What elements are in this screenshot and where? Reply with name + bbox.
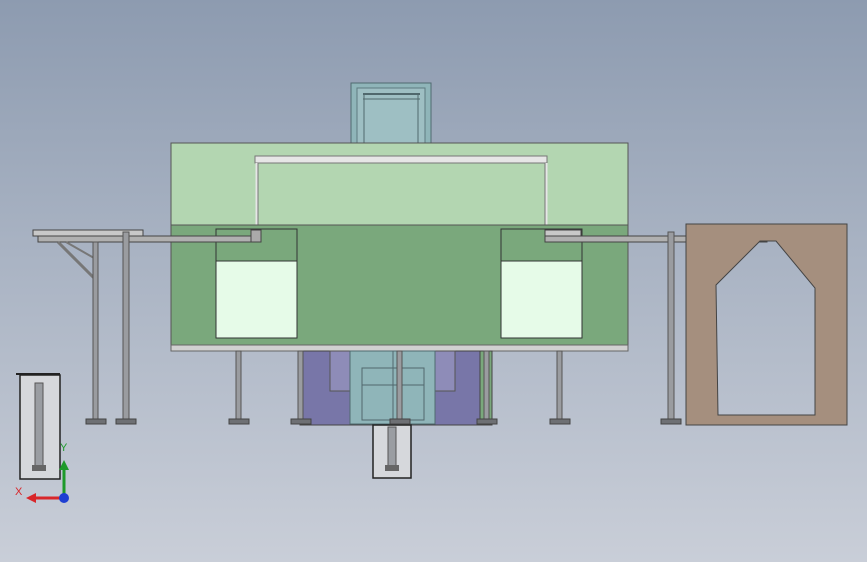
left-cylinder: [16, 373, 61, 480]
top-tower: [350, 82, 432, 146]
right-window: [500, 228, 583, 339]
base-housing: [299, 350, 493, 426]
upper-panel: [170, 142, 629, 226]
x-axis-label: X: [15, 486, 23, 498]
left-window: [215, 228, 298, 339]
cad-viewport[interactable]: X Y: [0, 0, 867, 562]
y-axis-label: Y: [60, 442, 68, 454]
right-frame: [685, 223, 848, 426]
cad-drawing: [16, 82, 848, 503]
center-cylinder: [372, 424, 412, 479]
leg-feet: [85, 418, 716, 425]
lower-panel-base-strip: [170, 344, 629, 352]
